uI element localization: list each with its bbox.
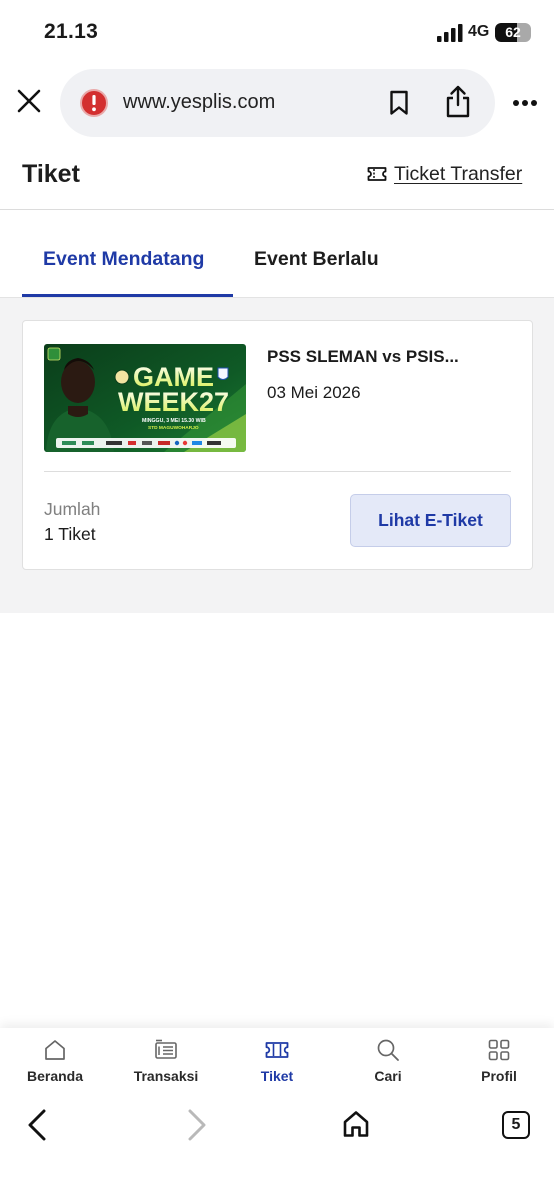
status-time: 21.13	[44, 20, 99, 43]
event-date: 03 Mei 2026	[267, 383, 361, 402]
ticket-card[interactable]: GAME WEEK27 MINGGU, 3 MEI 15.30 WIB STD …	[22, 320, 533, 570]
ticket-icon	[265, 1042, 289, 1058]
browser-toolbar: 5	[0, 1092, 554, 1199]
nav-label-beranda: Beranda	[26, 1068, 84, 1084]
nav-label-tiket: Tiket	[260, 1068, 294, 1084]
battery-icon: 62	[495, 23, 531, 42]
nav-item-tiket[interactable]: Tiket	[222, 1038, 332, 1084]
card-divider	[44, 471, 511, 472]
nav-item-profil[interactable]: Profil	[444, 1038, 554, 1084]
back-icon[interactable]	[26, 1109, 48, 1141]
url-field[interactable]: www.yesplis.com	[60, 69, 495, 137]
poster-info-line2: STD MAGUWOHARJO	[148, 425, 199, 431]
view-eticket-button[interactable]: Lihat E-Tiket	[350, 494, 511, 547]
poster-info-line1: MINGGU, 3 MEI 15.30 WIB	[142, 418, 206, 424]
event-tabs: Event Mendatang Event Berlalu	[0, 210, 554, 298]
nav-item-transaksi[interactable]: Transaksi	[111, 1038, 221, 1084]
tabs-count: 5	[511, 1116, 521, 1133]
nav-item-beranda[interactable]: Beranda	[0, 1038, 110, 1084]
close-icon[interactable]	[16, 88, 42, 114]
bookmark-icon[interactable]	[389, 90, 409, 116]
nav-label-transaksi: Transaksi	[133, 1068, 199, 1084]
signal-icon	[437, 24, 463, 42]
ticket-icon	[367, 167, 387, 181]
tabs-count-button[interactable]: 5	[502, 1111, 530, 1139]
page-title: Tiket	[22, 160, 80, 188]
quantity-value: 1 Tiket	[44, 524, 96, 544]
not-secure-warning-icon[interactable]	[79, 88, 109, 118]
quantity-label: Jumlah	[44, 499, 101, 519]
nav-item-cari[interactable]: Cari	[333, 1038, 443, 1084]
nav-label-profil: Profil	[481, 1068, 517, 1084]
browser-address-bar: www.yesplis.com	[0, 62, 554, 144]
status-bar: 21.13 4G 62	[0, 0, 554, 62]
event-title[interactable]: PSS SLEMAN vs PSIS...	[267, 347, 459, 367]
ticket-transfer-label: Ticket Transfer	[394, 162, 523, 185]
ticket-transfer-link[interactable]: Ticket Transfer	[367, 161, 522, 187]
forward-icon[interactable]	[186, 1109, 208, 1141]
tab-event-mendatang[interactable]: Event Mendatang	[43, 248, 204, 271]
grid-icon	[488, 1039, 510, 1061]
share-icon[interactable]	[445, 85, 471, 119]
receipt-icon	[155, 1039, 177, 1059]
ticket-list: GAME WEEK27 MINGGU, 3 MEI 15.30 WIB STD …	[0, 298, 554, 613]
page-header: Tiket Ticket Transfer	[0, 144, 554, 210]
event-poster-image[interactable]: GAME WEEK27 MINGGU, 3 MEI 15.30 WIB STD …	[44, 344, 246, 452]
more-options-icon[interactable]	[512, 99, 538, 107]
poster-title-line2: WEEK27	[118, 387, 229, 417]
battery-percent: 62	[505, 24, 521, 40]
active-tab-indicator	[22, 294, 233, 297]
url-text: www.yesplis.com	[123, 91, 276, 113]
nav-label-cari: Cari	[374, 1068, 402, 1084]
home-icon	[45, 1040, 65, 1060]
home-icon[interactable]	[342, 1110, 370, 1138]
search-icon	[377, 1039, 399, 1061]
bottom-navigation: Beranda Transaksi Tiket Cari Profil	[0, 1028, 554, 1092]
tab-event-berlalu[interactable]: Event Berlalu	[254, 248, 379, 271]
network-type: 4G	[468, 23, 490, 40]
